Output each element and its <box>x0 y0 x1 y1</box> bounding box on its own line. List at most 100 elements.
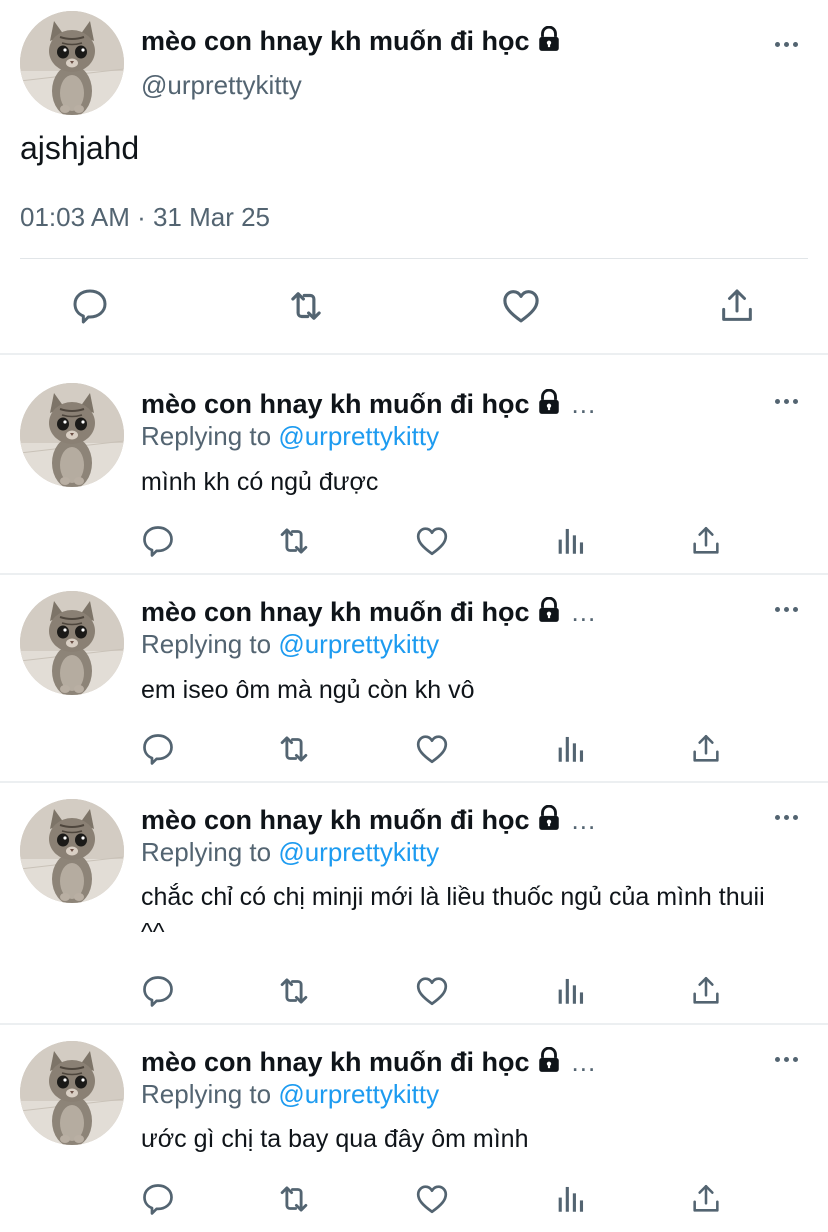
name-ellipsis: ... <box>571 389 597 419</box>
retweet-button[interactable] <box>274 521 314 561</box>
retweet-button[interactable] <box>283 283 329 329</box>
like-icon <box>414 973 450 1009</box>
share-button[interactable] <box>714 283 760 329</box>
replying-to: Replying to @urprettykitty <box>141 629 439 660</box>
like-button[interactable] <box>412 1179 452 1219</box>
display-name-text: mèo con hnay kh muốn đi học <box>141 1047 530 1077</box>
like-button[interactable] <box>498 283 544 329</box>
like-button[interactable] <box>412 971 452 1011</box>
more-options-icon[interactable] <box>766 1047 806 1071</box>
replying-to: Replying to @urprettykitty <box>141 837 439 868</box>
separator <box>0 573 828 575</box>
like-icon <box>414 1181 450 1217</box>
retweet-icon <box>275 730 313 768</box>
stats-icon <box>553 524 587 558</box>
replying-to-handle[interactable]: @urprettykitty <box>278 1079 439 1109</box>
like-button[interactable] <box>412 729 452 769</box>
reply-button[interactable] <box>138 521 178 561</box>
separator <box>0 1023 828 1025</box>
more-options-icon[interactable] <box>766 805 806 829</box>
display-name[interactable]: mèo con hnay kh muốn đi học... <box>141 805 596 836</box>
kitten-avatar-icon <box>20 591 124 695</box>
display-name-text: mèo con hnay kh muốn đi học <box>141 389 530 419</box>
like-icon <box>500 285 542 327</box>
more-options-icon[interactable] <box>766 597 806 621</box>
kitten-avatar-icon <box>20 799 124 903</box>
share-icon <box>689 1182 723 1216</box>
kitten-avatar-icon <box>20 383 124 487</box>
more-options-icon[interactable] <box>766 32 806 56</box>
replying-to-label: Replying to <box>141 421 272 451</box>
reply-icon <box>140 1181 176 1217</box>
avatar[interactable] <box>20 1041 124 1145</box>
display-name[interactable]: mèo con hnay kh muốn đi học... <box>141 1047 596 1078</box>
retweet-icon <box>275 972 313 1010</box>
replying-to-label: Replying to <box>141 837 272 867</box>
replying-to-handle[interactable]: @urprettykitty <box>278 421 439 451</box>
replying-to-handle[interactable]: @urprettykitty <box>278 837 439 867</box>
tweet-timestamp[interactable]: 01:03 AM · 31 Mar 25 <box>20 202 270 233</box>
more-options-icon[interactable] <box>766 389 806 413</box>
retweet-button[interactable] <box>274 729 314 769</box>
reply-text: mình kh có ngủ được <box>141 468 379 496</box>
share-button[interactable] <box>686 971 726 1011</box>
display-name[interactable]: mèo con hnay kh muốn đi học <box>141 26 562 57</box>
stats-icon <box>553 1182 587 1216</box>
share-button[interactable] <box>686 1179 726 1219</box>
user-handle[interactable]: @urprettykitty <box>141 70 302 101</box>
display-name-text: mèo con hnay kh muốn đi học <box>141 805 530 835</box>
view-stats-button[interactable] <box>550 729 590 769</box>
reply-icon <box>70 286 110 326</box>
reply-button[interactable] <box>138 1179 178 1219</box>
replying-to-handle[interactable]: @urprettykitty <box>278 629 439 659</box>
replying-to: Replying to @urprettykitty <box>141 1079 439 1110</box>
view-stats-button[interactable] <box>550 521 590 561</box>
separator <box>0 353 828 355</box>
share-icon <box>689 524 723 558</box>
name-ellipsis: ... <box>571 1047 597 1077</box>
replying-to-label: Replying to <box>141 629 272 659</box>
lock-icon <box>536 1047 562 1073</box>
avatar[interactable] <box>20 383 124 487</box>
like-icon <box>414 731 450 767</box>
share-icon <box>717 286 757 326</box>
reply-icon <box>140 523 176 559</box>
reply-button[interactable] <box>138 971 178 1011</box>
reply-text: ước gì chị ta bay qua đây ôm mình <box>141 1125 529 1153</box>
stats-icon <box>553 732 587 766</box>
avatar[interactable] <box>20 591 124 695</box>
display-name[interactable]: mèo con hnay kh muốn đi học... <box>141 389 596 420</box>
reply-text: em iseo ôm mà ngủ còn kh vô <box>141 676 475 704</box>
display-name-text: mèo con hnay kh muốn đi học <box>141 26 530 56</box>
like-button[interactable] <box>412 521 452 561</box>
like-icon <box>414 523 450 559</box>
display-name-text: mèo con hnay kh muốn đi học <box>141 597 530 627</box>
share-button[interactable] <box>686 729 726 769</box>
share-button[interactable] <box>686 521 726 561</box>
lock-icon <box>536 26 562 52</box>
share-icon <box>689 732 723 766</box>
display-name[interactable]: mèo con hnay kh muốn đi học... <box>141 597 596 628</box>
retweet-button[interactable] <box>274 971 314 1011</box>
retweet-icon <box>275 522 313 560</box>
name-ellipsis: ... <box>571 597 597 627</box>
share-icon <box>689 974 723 1008</box>
reply-button[interactable] <box>67 283 113 329</box>
kitten-avatar-icon <box>20 11 124 115</box>
tweet-text: ajshjahd <box>20 130 140 166</box>
retweet-button[interactable] <box>274 1179 314 1219</box>
view-stats-button[interactable] <box>550 971 590 1011</box>
reply-button[interactable] <box>138 729 178 769</box>
replying-to-label: Replying to <box>141 1079 272 1109</box>
stats-icon <box>553 974 587 1008</box>
view-stats-button[interactable] <box>550 1179 590 1219</box>
kitten-avatar-icon <box>20 1041 124 1145</box>
replying-to: Replying to @urprettykitty <box>141 421 439 452</box>
lock-icon <box>536 597 562 623</box>
avatar[interactable] <box>20 11 124 115</box>
reply-icon <box>140 973 176 1009</box>
retweet-icon <box>285 285 327 327</box>
avatar[interactable] <box>20 799 124 903</box>
separator <box>0 781 828 783</box>
reply-text: chắc chỉ có chị minji mới là liều thuốc … <box>141 883 765 946</box>
